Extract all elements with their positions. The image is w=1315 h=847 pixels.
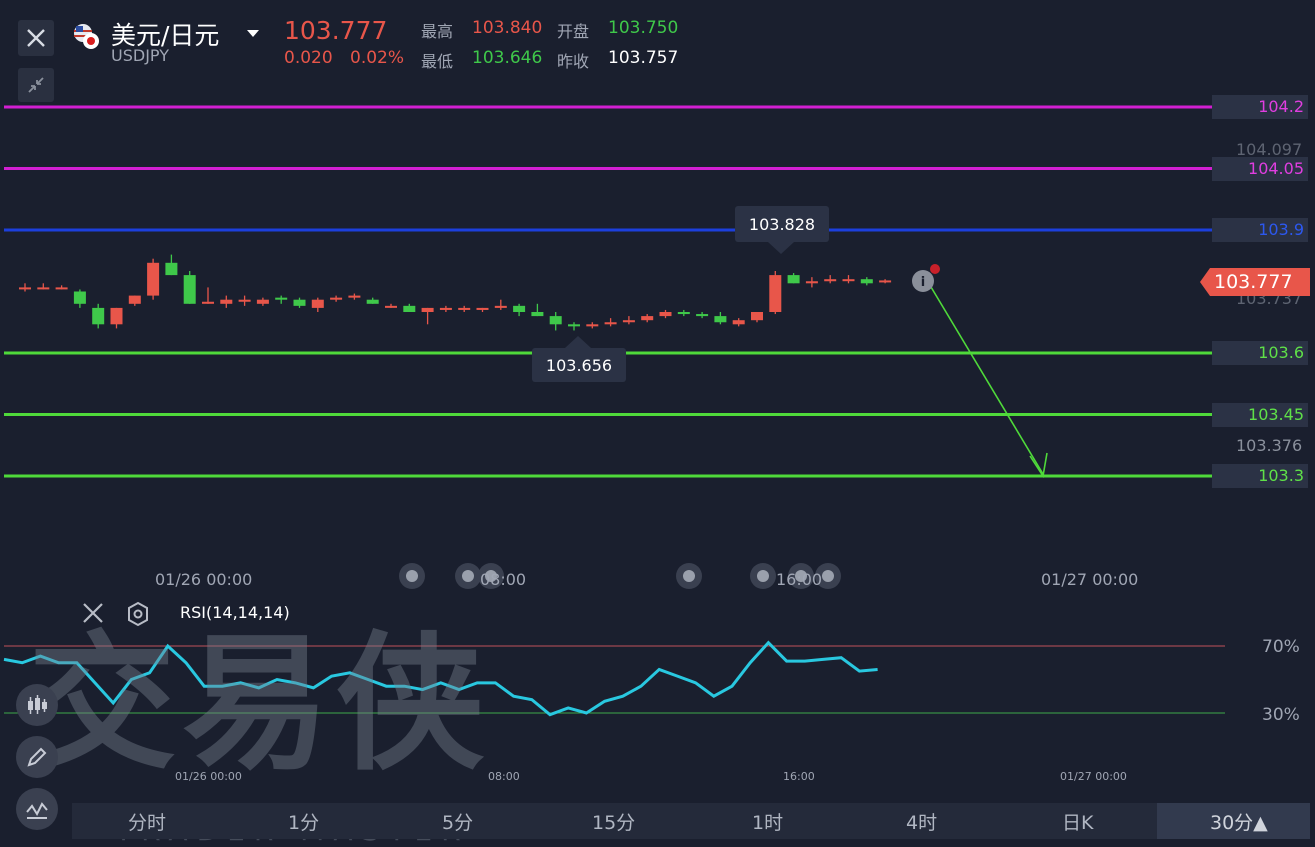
candle (476, 307, 489, 312)
candle (330, 295, 343, 302)
level-tag-6: 103.3 (1212, 464, 1308, 488)
candle (220, 295, 233, 308)
candle (92, 303, 105, 329)
candle (696, 312, 709, 319)
candle (458, 305, 471, 312)
rsi-time-label-1: 08:00 (488, 770, 520, 783)
candle (421, 307, 434, 325)
candle (659, 309, 672, 319)
timeframe-bar (72, 803, 1310, 839)
low-callout-text: 103.656 (545, 356, 613, 375)
current-price-tag: 103.777 (1200, 268, 1310, 296)
candle (147, 258, 160, 300)
candle (311, 297, 324, 312)
candle (586, 322, 599, 329)
candle (366, 297, 379, 304)
alert-dot-icon (930, 264, 940, 274)
rsi-lower-label: 30% (1262, 705, 1300, 725)
tab-5min[interactable]: 5分 (442, 808, 473, 835)
candle (513, 303, 526, 317)
candle (256, 297, 269, 306)
tab-daily[interactable]: 日K (1062, 808, 1093, 835)
candle (110, 307, 123, 329)
indicator-tool-button[interactable] (16, 788, 58, 830)
candlestick-icon (28, 695, 47, 714)
candle (879, 279, 892, 284)
rsi-upper-label: 70% (1262, 637, 1300, 657)
rsi-time-label-3: 01/27 00:00 (1060, 770, 1127, 783)
candle (55, 285, 68, 290)
candle (549, 312, 562, 331)
axis-price-lower: 103.376 (1236, 436, 1303, 455)
candle (439, 305, 452, 312)
candle (805, 277, 818, 288)
svg-text:i: i (921, 275, 925, 290)
high-callout: 103.828 (735, 206, 829, 242)
tab-1hour[interactable]: 1时 (752, 808, 783, 835)
candle (73, 289, 86, 308)
candle (165, 254, 178, 276)
draw-tool-button[interactable] (16, 736, 58, 778)
candle (677, 309, 690, 317)
candle-tool-button[interactable] (16, 684, 58, 726)
tab-15min[interactable]: 15分 (592, 808, 635, 835)
pencil-icon (27, 747, 47, 767)
candle (275, 295, 288, 304)
candle (568, 322, 580, 331)
candle (769, 271, 782, 315)
level-tag-4: 103.6 (1212, 341, 1308, 365)
candle (403, 303, 416, 312)
candle (641, 314, 654, 323)
tab-1min[interactable]: 1分 (288, 808, 319, 835)
time-label-2: 16:00 (776, 570, 823, 589)
price-chart[interactable]: i (0, 0, 1315, 600)
current-price-tag-text: 103.777 (1214, 271, 1293, 293)
time-label-3: 01/27 00:00 (1041, 570, 1139, 589)
projection-arrow-line (927, 281, 1044, 475)
candle (19, 283, 31, 292)
candle (604, 318, 617, 327)
tab-timeshare[interactable]: 分时 (128, 808, 166, 835)
time-label-1: 08:00 (480, 570, 527, 589)
candle (385, 303, 397, 308)
candle (860, 277, 873, 286)
candle (37, 283, 50, 290)
level-tag-2: 104.05 (1212, 157, 1308, 181)
candle (751, 312, 763, 323)
time-label-0: 01/26 00:00 (155, 570, 253, 589)
candle (531, 303, 544, 317)
candle (732, 318, 745, 327)
candle (787, 273, 800, 284)
watermark-cn: 交易侠 (28, 618, 490, 790)
candle (494, 299, 507, 310)
candle (622, 316, 635, 325)
event-marker[interactable] (399, 563, 425, 589)
candle (714, 312, 727, 325)
candle (202, 287, 214, 304)
tab-30min[interactable]: 30分▲ (1210, 808, 1268, 835)
event-marker[interactable] (676, 563, 702, 589)
candle (824, 275, 837, 284)
candle (128, 295, 141, 306)
low-callout-pointer (565, 336, 591, 348)
rsi-time-label-2: 16:00 (783, 770, 815, 783)
level-tag-3: 103.9 (1212, 218, 1308, 242)
candle (842, 275, 855, 284)
high-callout-text: 103.828 (748, 215, 816, 234)
candle (238, 295, 251, 306)
line-chart-icon (26, 802, 48, 819)
level-tag-1: 104.2 (1212, 95, 1308, 119)
level-tag-5: 103.45 (1212, 403, 1308, 427)
candle (183, 271, 196, 304)
high-callout-pointer (768, 242, 794, 254)
candle (348, 293, 361, 300)
tab-4hour[interactable]: 4时 (906, 808, 937, 835)
candle (293, 297, 306, 308)
low-callout: 103.656 (532, 348, 626, 382)
event-marker[interactable] (750, 563, 776, 589)
